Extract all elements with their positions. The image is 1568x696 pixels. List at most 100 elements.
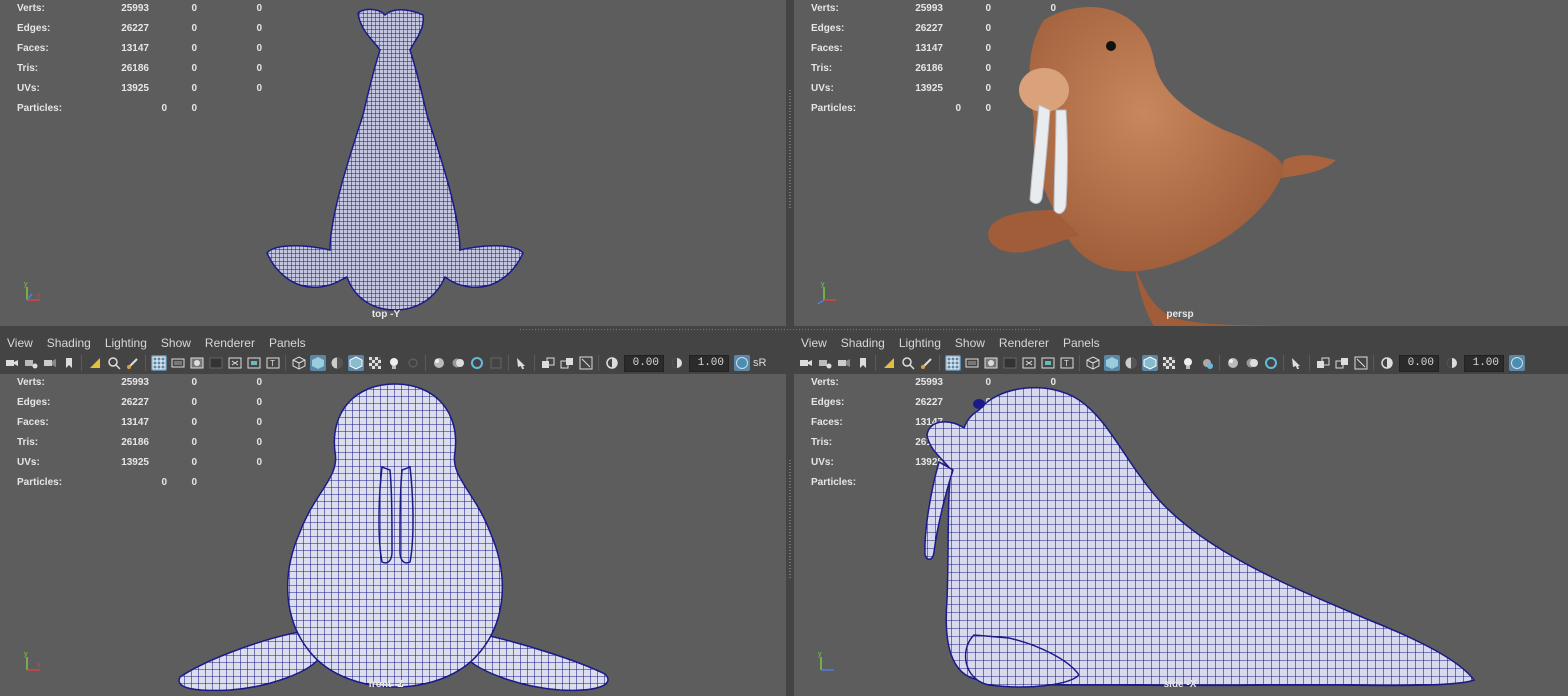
walrus-wireframe-top[interactable] bbox=[255, 5, 535, 320]
camera-attributes-icon[interactable] bbox=[817, 355, 833, 371]
textured-icon[interactable] bbox=[347, 355, 364, 371]
camera-label-front: front -Z bbox=[368, 679, 404, 690]
xray-joints-icon[interactable] bbox=[540, 355, 556, 371]
walrus-wireframe-side[interactable] bbox=[919, 380, 1479, 696]
color-management-icon[interactable] bbox=[1508, 355, 1525, 371]
smooth-shade-icon[interactable] bbox=[309, 355, 326, 371]
image-plane-icon[interactable] bbox=[61, 355, 77, 371]
safe-action-icon[interactable] bbox=[246, 355, 262, 371]
panel-header-front: View Shading Lighting Show Renderer Pane… bbox=[0, 326, 790, 374]
ambient-occlusion-icon[interactable] bbox=[405, 355, 421, 371]
camera-label-persp: persp bbox=[1166, 309, 1194, 320]
isolate-select-icon[interactable] bbox=[488, 355, 504, 371]
gamma-icon[interactable] bbox=[1444, 355, 1460, 371]
menu-panels[interactable]: Panels bbox=[1056, 334, 1107, 352]
safe-title-icon[interactable]: T bbox=[265, 355, 281, 371]
motion-blur-icon[interactable] bbox=[431, 355, 447, 371]
walrus-textured-persp[interactable] bbox=[984, 0, 1344, 326]
gamma-field[interactable]: 1.00 bbox=[1464, 354, 1504, 372]
menu-show[interactable]: Show bbox=[948, 334, 992, 352]
viewport-front[interactable]: Verts: 25993 0 0 Edges: 26227 0 0 Faces: 13147 0… bbox=[0, 374, 786, 696]
menu-view[interactable]: View bbox=[794, 334, 834, 352]
pencil-icon[interactable] bbox=[919, 355, 935, 371]
backface-culling-icon[interactable] bbox=[559, 355, 575, 371]
exposure-icon[interactable] bbox=[604, 355, 620, 371]
wireframe-icon[interactable] bbox=[1085, 355, 1101, 371]
resize-icon[interactable] bbox=[578, 355, 594, 371]
field-chart-icon[interactable] bbox=[227, 355, 243, 371]
svg-text:y: y bbox=[24, 651, 28, 658]
grease-pencil-icon[interactable] bbox=[900, 355, 916, 371]
viewport-top[interactable]: Verts: 25993 0 0 Edges: 26227 0 0 Faces: 13147 0… bbox=[0, 0, 786, 326]
panel-menubar: View Shading Lighting Show Renderer Pane… bbox=[0, 334, 313, 352]
shadows-icon[interactable] bbox=[386, 355, 402, 371]
menu-show[interactable]: Show bbox=[154, 334, 198, 352]
image-plane-icon[interactable] bbox=[855, 355, 871, 371]
panel-toolbar: T 0.00 1.00 sR bbox=[2, 353, 766, 373]
gate-mask-icon[interactable] bbox=[1002, 355, 1018, 371]
use-all-lights-icon[interactable] bbox=[367, 355, 383, 371]
wireframe-on-shaded-icon[interactable] bbox=[329, 355, 345, 371]
exposure-icon[interactable] bbox=[1379, 355, 1395, 371]
menu-renderer[interactable]: Renderer bbox=[992, 334, 1056, 352]
depth-of-field-icon[interactable] bbox=[469, 355, 485, 371]
gamma-icon[interactable] bbox=[669, 355, 685, 371]
depth-of-field-icon[interactable] bbox=[1263, 355, 1279, 371]
gamma-field[interactable]: 1.00 bbox=[689, 354, 729, 372]
menu-panels[interactable]: Panels bbox=[262, 334, 313, 352]
motion-blur-icon[interactable] bbox=[1225, 355, 1241, 371]
safe-title-icon[interactable]: T bbox=[1059, 355, 1075, 371]
grease-pencil-icon[interactable] bbox=[106, 355, 122, 371]
pencil-icon[interactable] bbox=[125, 355, 141, 371]
menu-renderer[interactable]: Renderer bbox=[198, 334, 262, 352]
pane-divider-grip-horizontal[interactable] bbox=[520, 329, 1040, 330]
bookmark-icon[interactable] bbox=[836, 355, 852, 371]
pane-divider-grip[interactable] bbox=[789, 90, 791, 210]
resolution-gate-icon[interactable] bbox=[983, 355, 999, 371]
exposure-field[interactable]: 0.00 bbox=[624, 354, 664, 372]
use-all-lights-icon[interactable] bbox=[1161, 355, 1177, 371]
anti-aliasing-icon[interactable] bbox=[1244, 355, 1260, 371]
select-camera-icon[interactable] bbox=[4, 355, 20, 371]
2d-pan-zoom-icon[interactable] bbox=[87, 355, 103, 371]
backface-culling-icon[interactable] bbox=[1334, 355, 1350, 371]
axis-gizmo-persp: y bbox=[817, 281, 836, 305]
film-gate-icon[interactable] bbox=[964, 355, 980, 371]
svg-text:y: y bbox=[24, 281, 28, 288]
xray-icon[interactable] bbox=[514, 355, 530, 371]
resolution-gate-icon[interactable] bbox=[189, 355, 205, 371]
menu-view[interactable]: View bbox=[0, 334, 40, 352]
camera-attributes-icon[interactable] bbox=[23, 355, 39, 371]
2d-pan-zoom-icon[interactable] bbox=[881, 355, 897, 371]
xray-icon[interactable] bbox=[1289, 355, 1305, 371]
ambient-occlusion-icon[interactable] bbox=[1199, 355, 1215, 371]
color-space-label: sR bbox=[753, 357, 767, 369]
gate-mask-icon[interactable] bbox=[208, 355, 224, 371]
grid-icon[interactable] bbox=[150, 355, 167, 371]
menu-shading[interactable]: Shading bbox=[834, 334, 892, 352]
select-camera-icon[interactable] bbox=[798, 355, 814, 371]
menu-lighting[interactable]: Lighting bbox=[892, 334, 948, 352]
axis-gizmo-top: x y bbox=[24, 281, 41, 301]
viewport-side[interactable]: Verts:2599300 Edges:2622700 Faces:131470… bbox=[794, 374, 1568, 696]
menu-lighting[interactable]: Lighting bbox=[98, 334, 154, 352]
safe-action-icon[interactable] bbox=[1040, 355, 1056, 371]
wireframe-on-shaded-icon[interactable] bbox=[1123, 355, 1139, 371]
wireframe-icon[interactable] bbox=[291, 355, 307, 371]
grid-icon[interactable] bbox=[944, 355, 961, 371]
pane-divider-grip[interactable] bbox=[789, 460, 791, 580]
viewport-persp[interactable]: Verts:2599300 Edges:2622700 Faces:131470… bbox=[794, 0, 1568, 326]
exposure-field[interactable]: 0.00 bbox=[1399, 354, 1439, 372]
film-gate-icon[interactable] bbox=[170, 355, 186, 371]
xray-joints-icon[interactable] bbox=[1315, 355, 1331, 371]
anti-aliasing-icon[interactable] bbox=[450, 355, 466, 371]
field-chart-icon[interactable] bbox=[1021, 355, 1037, 371]
menu-shading[interactable]: Shading bbox=[40, 334, 98, 352]
textured-icon[interactable] bbox=[1141, 355, 1158, 371]
walrus-wireframe-front[interactable] bbox=[170, 382, 620, 696]
bookmark-icon[interactable] bbox=[42, 355, 58, 371]
resize-icon[interactable] bbox=[1353, 355, 1369, 371]
color-management-icon[interactable] bbox=[733, 355, 750, 371]
smooth-shade-icon[interactable] bbox=[1103, 355, 1120, 371]
shadows-icon[interactable] bbox=[1180, 355, 1196, 371]
